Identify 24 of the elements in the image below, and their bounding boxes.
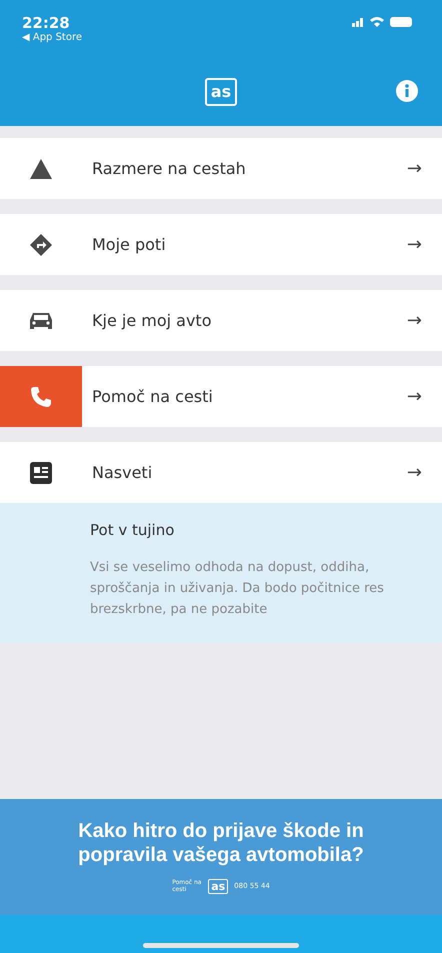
arrow-icon: →	[406, 310, 442, 331]
app-logo: as	[204, 78, 238, 106]
arrow-icon: →	[406, 158, 442, 179]
tip-title: Pot v tujino	[90, 521, 176, 539]
menu-item[interactable]: Moje poti →	[0, 214, 442, 275]
directions-icon	[29, 232, 53, 256]
warning-icon	[29, 158, 53, 180]
arrow-icon: →	[406, 234, 442, 255]
banner-logo: as	[208, 878, 228, 894]
arrow-icon: →	[406, 386, 442, 407]
car-icon	[28, 310, 54, 330]
tip-text: Vsi se veselimo odhoda na dopust, oddiha, sproščanja in uživanja. Da bodo počitnice res brezskrbne, pa ne pozabite	[90, 559, 385, 619]
menu-item[interactable]: Razmere na cestah →	[0, 138, 442, 199]
status-time: 22:28	[22, 14, 71, 32]
menu-item[interactable]: Nasveti →	[0, 442, 442, 503]
menu-item[interactable]: Pomoč na cesti →	[0, 366, 442, 427]
banner-headline: Kako hitro do prijave škode in popravila vašega avtomobila?	[77, 818, 365, 866]
menu-item[interactable]: Kje je moj avto →	[0, 290, 442, 351]
phone-icon	[30, 386, 52, 408]
info-icon[interactable]	[396, 80, 418, 102]
arrow-icon: →	[406, 462, 442, 483]
news-icon	[30, 462, 52, 484]
status-icons-drawing	[352, 14, 414, 28]
tip-card[interactable]: Pot v tujino Vsi se veselimo odhoda na dopust, oddiha, sproščanja in uživanja. Da bodo počitnice res brezskrbne, pa ne pozabite	[0, 503, 442, 642]
